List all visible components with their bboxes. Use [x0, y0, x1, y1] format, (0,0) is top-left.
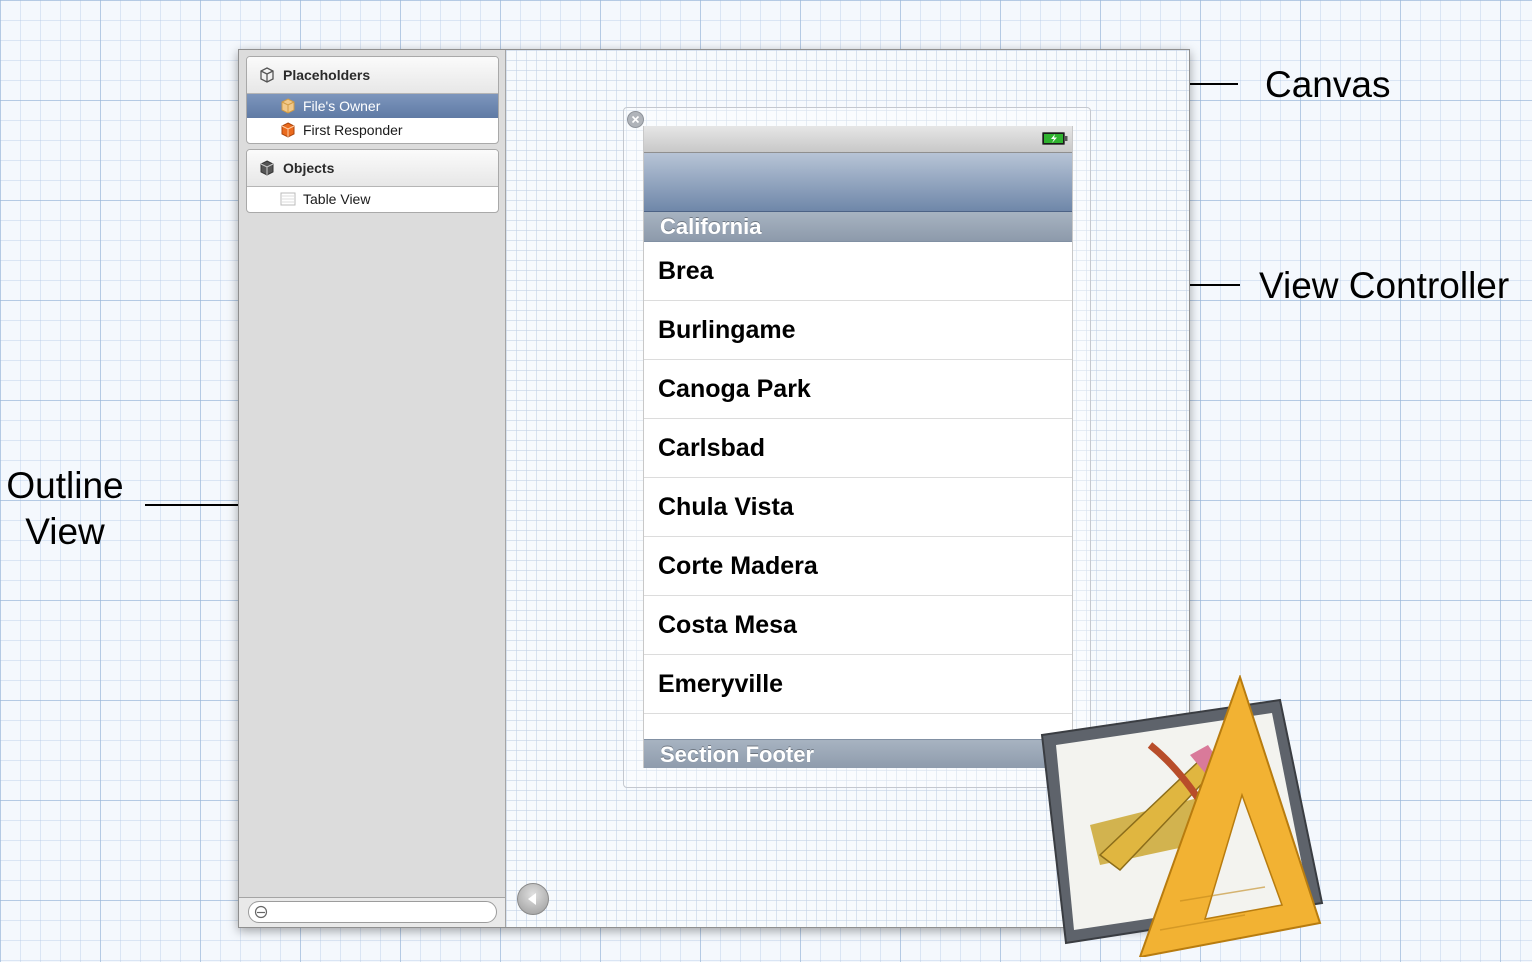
outline-item-label: Table View — [303, 191, 371, 207]
files-owner-cube-icon — [281, 98, 295, 114]
interface-builder-app-icon — [1040, 675, 1324, 957]
battery-icon — [1042, 132, 1068, 145]
table-rows: Brea Burlingame Canoga Park Carlsbad Chu… — [644, 242, 1072, 739]
placeholders-title: Placeholders — [283, 67, 371, 83]
outline-item-label: File's Owner — [303, 98, 381, 114]
outline-filter-field[interactable] — [248, 901, 497, 923]
iphone-view[interactable]: California Brea Burlingame Canoga Park C… — [643, 126, 1073, 768]
table-row[interactable]: Costa Mesa — [644, 596, 1072, 655]
placeholder-cube-icon — [260, 67, 274, 83]
objects-title: Objects — [283, 160, 335, 176]
objects-group: Objects Table View — [246, 149, 499, 213]
objects-cube-icon — [260, 160, 274, 176]
outline-view: Placeholders File's Owner First Responde… — [239, 50, 506, 927]
table-view-icon — [280, 192, 296, 206]
navigation-bar — [644, 153, 1072, 212]
collapse-outline-button[interactable] — [517, 883, 549, 915]
table-row[interactable]: Brea — [644, 242, 1072, 301]
status-bar — [644, 126, 1072, 153]
table-row[interactable]: Burlingame — [644, 301, 1072, 360]
filter-icon — [254, 905, 268, 919]
outline-item-files-owner[interactable]: File's Owner — [247, 94, 498, 118]
outline-item-first-responder[interactable]: First Responder — [247, 118, 498, 142]
table-row[interactable]: Carlsbad — [644, 419, 1072, 478]
section-header: California — [644, 212, 1072, 242]
outline-view-callout-line2: View — [25, 511, 105, 552]
objects-header[interactable]: Objects — [247, 150, 498, 187]
table-row[interactable]: Canoga Park — [644, 360, 1072, 419]
section-footer: Section Footer — [644, 739, 1072, 768]
table-row[interactable]: Chula Vista — [644, 478, 1072, 537]
outline-item-label: First Responder — [303, 122, 403, 138]
placeholders-header[interactable]: Placeholders — [247, 57, 498, 94]
outline-filter-bar — [239, 897, 505, 927]
canvas-callout: Canvas — [1265, 64, 1391, 105]
table-row[interactable]: Emeryville — [644, 655, 1072, 714]
view-controller-callout: View Controller — [1259, 265, 1510, 306]
view-controller-frame[interactable]: California Brea Burlingame Canoga Park C… — [623, 107, 1091, 788]
outline-view-callout: Outline View — [6, 463, 124, 555]
first-responder-cube-icon — [281, 122, 295, 138]
left-arrow-icon — [528, 893, 536, 905]
outline-item-table-view[interactable]: Table View — [247, 187, 498, 211]
table-row-empty[interactable] — [644, 714, 1072, 739]
outline-view-callout-line1: Outline — [6, 465, 124, 506]
placeholders-group: Placeholders File's Owner First Responde… — [246, 56, 499, 144]
close-icon[interactable] — [627, 111, 644, 128]
table-row[interactable]: Corte Madera — [644, 537, 1072, 596]
